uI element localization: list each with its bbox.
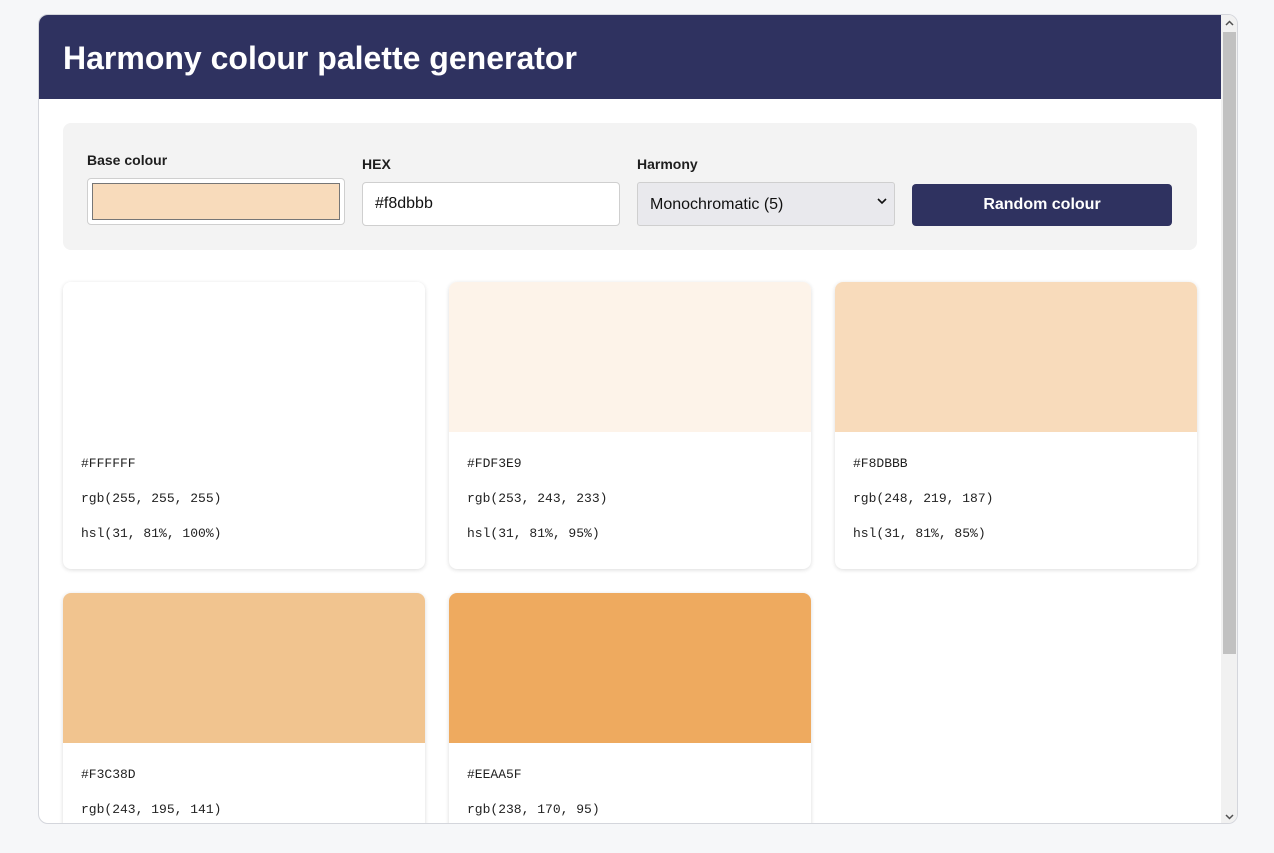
scroll-up-button[interactable] [1221, 15, 1237, 32]
palette-info: #FFFFFF rgb(255, 255, 255) hsl(31, 81%, … [81, 456, 221, 561]
palette-rgb: rgb(255, 255, 255) [81, 491, 222, 506]
scroll-thumb[interactable] [1223, 32, 1236, 654]
palette-hex: #FFFFFF [81, 456, 136, 471]
harmony-selected-value: Monochromatic (5) [650, 196, 784, 213]
palette-swatch [63, 593, 425, 743]
palette-rgb: rgb(238, 170, 95) [467, 802, 600, 817]
palette-hex: #F3C38D [81, 767, 136, 782]
palette-card: #EEAA5F rgb(238, 170, 95) [449, 593, 811, 823]
palette-rgb: rgb(253, 243, 233) [467, 491, 608, 506]
palette-card: #FDF3E9 rgb(253, 243, 233) hsl(31, 81%, … [449, 282, 811, 569]
palette-hsl: hsl(31, 81%, 100%) [81, 526, 222, 541]
random-colour-button[interactable]: Random colour [912, 184, 1172, 226]
main-content: Base colour HEX Harmony Monochromatic (5… [39, 99, 1221, 823]
arrow-down-icon [1225, 814, 1234, 820]
palette-swatch [449, 593, 811, 743]
palette-hsl: hsl(31, 81%, 95%) [467, 526, 600, 541]
base-colour-label: Base colour [87, 152, 168, 168]
scroll-down-button[interactable] [1221, 808, 1237, 823]
palette-info: #F8DBBB rgb(248, 219, 187) hsl(31, 81%, … [853, 456, 993, 561]
palette-card: #F8DBBB rgb(248, 219, 187) hsl(31, 81%, … [835, 282, 1197, 569]
harmony-label: Harmony [637, 156, 698, 172]
palette-card: #FFFFFF rgb(255, 255, 255) hsl(31, 81%, … [63, 282, 425, 569]
chevron-down-icon [877, 198, 887, 205]
vertical-scrollbar[interactable] [1221, 15, 1237, 823]
base-colour-swatch[interactable] [92, 183, 340, 220]
palette-info: #F3C38D rgb(243, 195, 141) [81, 767, 222, 823]
base-colour-picker[interactable] [87, 178, 345, 225]
hex-input[interactable] [362, 182, 620, 226]
palette-info: #EEAA5F rgb(238, 170, 95) [467, 767, 600, 823]
app-header: Harmony colour palette generator [39, 15, 1221, 99]
palette-swatch [449, 282, 811, 432]
harmony-select[interactable]: Monochromatic (5) [637, 182, 895, 226]
app-window: Harmony colour palette generator Base co… [38, 14, 1238, 824]
arrow-up-icon [1225, 20, 1234, 26]
palette-hex: #F8DBBB [853, 456, 908, 471]
palette-card: #F3C38D rgb(243, 195, 141) [63, 593, 425, 823]
controls-panel: Base colour HEX Harmony Monochromatic (5… [63, 123, 1197, 250]
palette-hex: #FDF3E9 [467, 456, 522, 471]
palette-rgb: rgb(243, 195, 141) [81, 802, 222, 817]
hex-label: HEX [362, 156, 391, 172]
palette-rgb: rgb(248, 219, 187) [853, 491, 994, 506]
palette-hex: #EEAA5F [467, 767, 522, 782]
palette-info: #FDF3E9 rgb(253, 243, 233) hsl(31, 81%, … [467, 456, 607, 561]
palette-hsl: hsl(31, 81%, 85%) [853, 526, 986, 541]
page-title: Harmony colour palette generator [63, 40, 577, 76]
palette-swatch [835, 282, 1197, 432]
palette-swatch [63, 282, 425, 432]
